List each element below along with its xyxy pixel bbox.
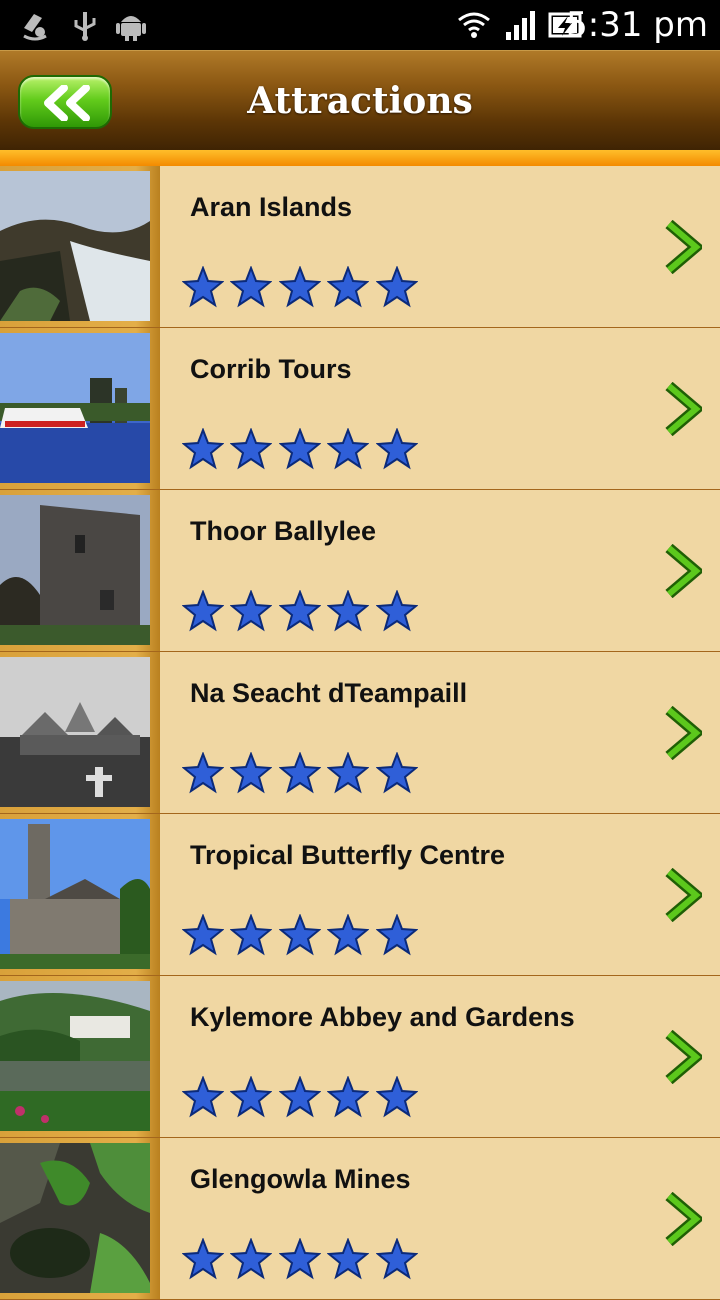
star-icon	[278, 590, 321, 632]
thumbnail-frame	[0, 166, 160, 327]
star-icon	[278, 1238, 321, 1280]
list-item[interactable]: Tropical Butterfly Centre	[0, 814, 720, 976]
star-icon	[375, 428, 418, 470]
thumbnail-image	[0, 333, 150, 483]
star-icon	[230, 1076, 273, 1118]
star-icon	[327, 1238, 370, 1280]
star-icon	[182, 1238, 224, 1280]
star-icon	[327, 266, 370, 308]
thumbnail-image	[0, 981, 150, 1131]
star-icon	[182, 266, 224, 308]
thumbnail-frame	[0, 1138, 160, 1299]
thumbnail-frame	[0, 652, 160, 813]
star-icon	[230, 266, 273, 308]
star-icon	[375, 752, 418, 794]
wifi-icon	[456, 8, 490, 42]
star-icon	[375, 1076, 418, 1118]
list-item[interactable]: Glengowla Mines	[0, 1138, 720, 1300]
star-icon	[230, 428, 273, 470]
chevron-right-icon[interactable]	[664, 382, 702, 436]
star-icon	[230, 752, 273, 794]
chevron-right-icon[interactable]	[664, 544, 702, 598]
star-icon	[327, 752, 370, 794]
star-icon	[230, 590, 273, 632]
star-icon	[327, 428, 370, 470]
attraction-name: Na Seacht dTeampaill	[190, 678, 468, 708]
star-icon	[278, 428, 321, 470]
location-icon	[18, 8, 52, 42]
chevron-right-icon[interactable]	[664, 706, 702, 760]
star-icon	[230, 914, 273, 956]
list-item[interactable]: Thoor Ballylee	[0, 490, 720, 652]
rating-stars	[182, 914, 420, 956]
star-icon	[327, 590, 370, 632]
chevron-right-icon[interactable]	[664, 220, 702, 274]
star-icon	[327, 914, 370, 956]
thumbnail-frame	[0, 814, 160, 975]
rating-stars	[182, 752, 420, 794]
attraction-name: Glengowla Mines	[190, 1164, 411, 1194]
star-icon	[182, 914, 224, 956]
thumbnail-image	[0, 171, 150, 321]
thumbnail-image	[0, 819, 150, 969]
star-icon	[182, 428, 224, 470]
thumbnail-image	[0, 495, 150, 645]
rating-stars	[182, 1076, 420, 1118]
star-icon	[278, 1076, 321, 1118]
attraction-name: Thoor Ballylee	[190, 516, 377, 546]
attraction-name: Kylemore Abbey and Gardens	[190, 1002, 575, 1032]
star-icon	[278, 266, 321, 308]
usb-icon	[68, 8, 102, 42]
star-icon	[327, 1076, 370, 1118]
star-icon	[375, 914, 418, 956]
rating-stars	[182, 590, 420, 632]
rating-stars	[182, 428, 420, 470]
thumbnail-image	[0, 657, 150, 807]
attraction-name: Corrib Tours	[190, 354, 352, 384]
star-icon	[278, 914, 321, 956]
star-icon	[278, 752, 321, 794]
star-icon	[375, 1238, 418, 1280]
rating-stars	[182, 1238, 420, 1280]
attraction-name: Tropical Butterfly Centre	[190, 840, 506, 870]
app-header: Attractions	[0, 50, 720, 151]
chevron-right-icon[interactable]	[664, 1030, 702, 1084]
rating-stars	[182, 266, 420, 308]
star-icon	[182, 752, 224, 794]
chevron-right-icon[interactable]	[664, 868, 702, 922]
list-item[interactable]: Kylemore Abbey and Gardens	[0, 976, 720, 1138]
attraction-name: Aran Islands	[190, 192, 353, 222]
star-icon	[230, 1238, 273, 1280]
android-icon	[114, 8, 148, 42]
signal-icon	[504, 8, 538, 42]
page-title: Attractions	[247, 80, 473, 122]
status-bar: 5:31 pm	[0, 0, 720, 50]
thumbnail-frame	[0, 328, 160, 489]
star-icon	[182, 1076, 224, 1118]
thumbnail-frame	[0, 976, 160, 1137]
status-time: 5:31 pm	[566, 5, 708, 45]
attractions-list: Aran Islands Corrib Tours Thoor Ballylee…	[0, 166, 720, 1300]
list-item[interactable]: Na Seacht dTeampaill	[0, 652, 720, 814]
star-icon	[375, 266, 418, 308]
star-icon	[182, 590, 224, 632]
list-item[interactable]: Aran Islands	[0, 166, 720, 328]
chevron-right-icon[interactable]	[664, 1192, 702, 1246]
header-divider	[0, 150, 720, 166]
star-icon	[375, 590, 418, 632]
thumbnail-frame	[0, 490, 160, 651]
list-item[interactable]: Corrib Tours	[0, 328, 720, 490]
thumbnail-image	[0, 1143, 150, 1293]
